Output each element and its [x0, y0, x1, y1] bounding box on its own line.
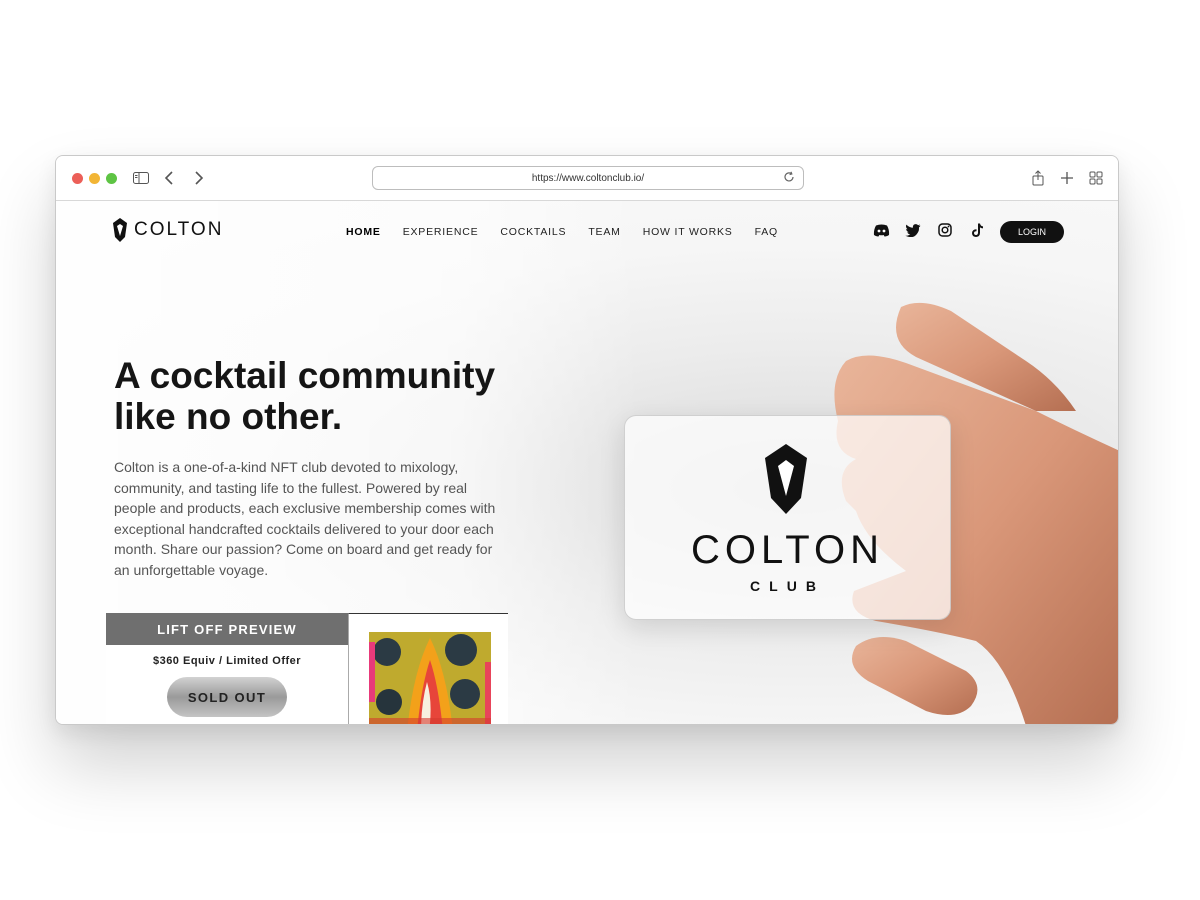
twitter-icon[interactable]: [904, 221, 922, 239]
address-bar[interactable]: https://www.coltonclub.io/: [372, 166, 804, 190]
sold-out-button[interactable]: SOLD OUT: [167, 677, 287, 717]
hero-title-line-2: like no other.: [114, 396, 343, 437]
discord-icon[interactable]: [872, 221, 890, 239]
card-subtitle: CLUB: [750, 578, 825, 594]
nft-artwork-image[interactable]: [369, 632, 491, 724]
web-page: COLTON HOME EXPERIENCE COCKTAILS TEAM HO…: [56, 201, 1118, 724]
membership-card: COLTON CLUB: [624, 415, 951, 620]
url-text: https://www.coltonclub.io/: [531, 172, 645, 184]
nav-experience[interactable]: EXPERIENCE: [403, 226, 479, 238]
nav-team[interactable]: TEAM: [588, 226, 620, 238]
maximize-window-button[interactable]: [106, 173, 117, 184]
forward-icon[interactable]: [189, 168, 209, 188]
brand-name: COLTON: [134, 219, 224, 240]
share-icon[interactable]: [1028, 168, 1048, 188]
nav-faq[interactable]: FAQ: [755, 226, 778, 238]
tiktok-icon[interactable]: [968, 221, 986, 239]
offer-price: $360 Equiv / Limited Offer: [152, 655, 302, 667]
nav-cocktails[interactable]: COCKTAILS: [500, 226, 566, 238]
hero-title: A cocktail community like no other.: [114, 355, 554, 437]
site-logo[interactable]: COLTON: [112, 218, 223, 242]
hero-title-line-1: A cocktail community: [114, 355, 496, 396]
browser-window: https://www.coltonclub.io/ COLTON HOME E…: [55, 155, 1119, 725]
tab-overview-icon[interactable]: [1086, 168, 1106, 188]
colton-gem-icon: [765, 444, 807, 514]
nft-preview-panel: [348, 613, 508, 724]
main-nav: HOME EXPERIENCE COCKTAILS TEAM HOW IT WO…: [346, 226, 800, 238]
nav-home[interactable]: HOME: [346, 226, 381, 238]
instagram-icon[interactable]: [936, 221, 954, 239]
card-title: COLTON: [691, 528, 884, 572]
login-button[interactable]: LOGIN: [1000, 221, 1064, 243]
reload-icon[interactable]: [783, 171, 797, 185]
colton-gem-icon: [113, 218, 127, 242]
new-tab-icon[interactable]: [1057, 168, 1077, 188]
hero-description: Colton is a one-of-a-kind NFT club devot…: [114, 459, 496, 578]
sidebar-toggle-icon[interactable]: [131, 168, 151, 188]
browser-toolbar: https://www.coltonclub.io/: [56, 156, 1118, 201]
close-window-button[interactable]: [72, 173, 83, 184]
back-icon[interactable]: [159, 168, 179, 188]
nav-how-it-works[interactable]: HOW IT WORKS: [643, 226, 733, 238]
offer-panel: LIFT OFF PREVIEW $360 Equiv / Limited Of…: [106, 613, 348, 724]
minimize-window-button[interactable]: [89, 173, 100, 184]
offer-heading: LIFT OFF PREVIEW: [106, 613, 348, 645]
social-links: [872, 221, 1000, 239]
